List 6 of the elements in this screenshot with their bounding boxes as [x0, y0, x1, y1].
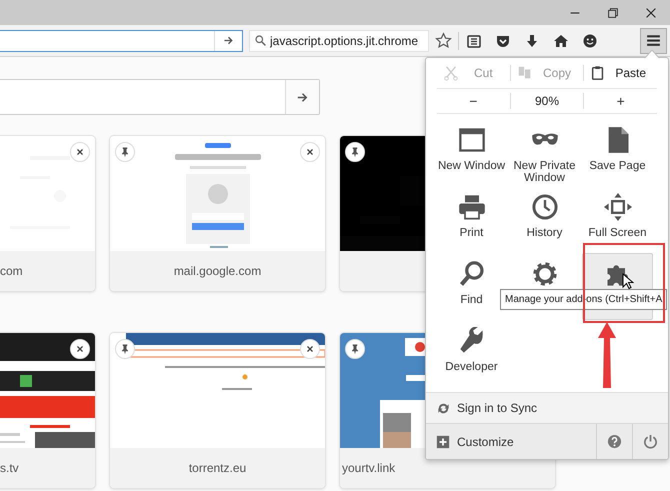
- tile-title: yourtv.link: [342, 461, 396, 475]
- tile-title: torrentz.eu: [188, 461, 246, 475]
- tile-title: s.tv: [0, 461, 19, 475]
- tile-title: mail.google.com: [174, 264, 262, 278]
- zoom-level: 90%: [534, 94, 560, 108]
- tile-title: com: [0, 264, 23, 278]
